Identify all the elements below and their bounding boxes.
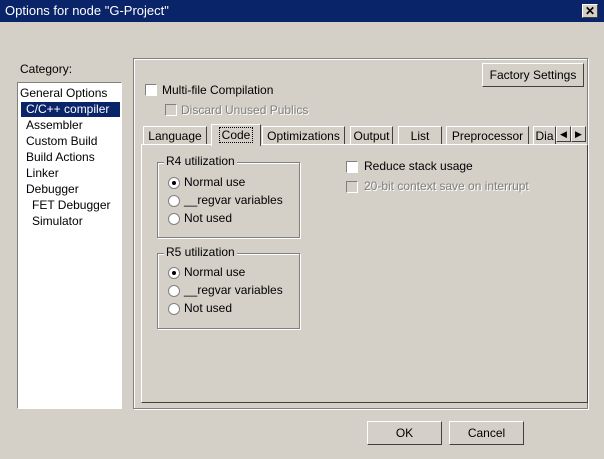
tab-label: Preprocessor: [451, 129, 524, 143]
close-button[interactable]: ✕: [582, 4, 598, 18]
category-item[interactable]: Simulator: [32, 214, 83, 229]
tab-label: Optimizations: [267, 129, 340, 143]
r5-radio-label: __regvar variables: [184, 283, 283, 297]
reduce-stack-usage-label: Reduce stack usage: [364, 159, 473, 173]
r5-radio-label: Normal use: [184, 265, 246, 279]
tab-label: Code: [218, 127, 254, 143]
discard-unused-publics-label: Discard Unused Publics: [181, 103, 309, 117]
category-tree[interactable]: General Options C/C++ compiler Assembler Cu…: [17, 82, 122, 409]
category-item[interactable]: Debugger: [26, 182, 79, 197]
title-bar: Options for node "G-Project" ✕: [0, 0, 604, 22]
r4-radio-label: Normal use: [184, 175, 246, 189]
r5-radio[interactable]: [168, 303, 180, 315]
tab-label: Dia: [535, 129, 554, 143]
tab-output[interactable]: Output: [350, 126, 393, 144]
category-item[interactable]: FET Debugger: [32, 198, 111, 213]
tab-label: Language: [148, 129, 202, 143]
tab-language[interactable]: Language: [143, 126, 207, 144]
r5-radio[interactable]: [168, 267, 180, 279]
tab-dia[interactable]: Dia: [533, 126, 556, 144]
tab-code[interactable]: Code: [211, 124, 261, 146]
cancel-button[interactable]: Cancel: [449, 421, 524, 445]
multi-file-compilation-label: Multi-file Compilation: [162, 83, 274, 97]
r5-radio[interactable]: [168, 285, 180, 297]
factory-settings-button[interactable]: Factory Settings: [482, 63, 584, 87]
tab-scroll-left-button[interactable]: ◀: [556, 126, 571, 142]
r4-radio[interactable]: [168, 195, 180, 207]
context-save-checkbox[interactable]: [346, 181, 358, 193]
category-item[interactable]: Build Actions: [26, 150, 95, 165]
discard-unused-publics-checkbox[interactable]: [165, 104, 177, 116]
category-item[interactable]: C/C++ compiler: [21, 102, 120, 117]
r4-radio[interactable]: [168, 177, 180, 189]
category-item[interactable]: Assembler: [26, 118, 83, 133]
r4-radio[interactable]: [168, 213, 180, 225]
category-label: Category:: [20, 62, 73, 76]
tab-optimizations[interactable]: Optimizations: [262, 126, 345, 144]
r4-utilization-legend: R4 utilization: [164, 154, 237, 168]
r4-radio-label: Not used: [184, 211, 233, 225]
context-save-label: 20-bit context save on interrupt: [364, 179, 529, 193]
window-title: Options for node "G-Project": [5, 3, 169, 18]
multi-file-compilation-checkbox[interactable]: [145, 84, 157, 96]
tab-label: List: [410, 129, 430, 143]
tab-label: Output: [353, 129, 390, 143]
category-item[interactable]: Linker: [26, 166, 59, 181]
r4-radio-label: __regvar variables: [184, 193, 283, 207]
category-item[interactable]: General Options: [20, 86, 107, 101]
r5-utilization-legend: R5 utilization: [164, 245, 237, 259]
r5-radio-label: Not used: [184, 301, 233, 315]
tab-list[interactable]: List: [398, 126, 442, 144]
tab-scroll-right-button[interactable]: ▶: [571, 126, 586, 142]
tab-preprocessor[interactable]: Preprocessor: [446, 126, 529, 144]
ok-button[interactable]: OK: [367, 421, 442, 445]
category-item[interactable]: Custom Build: [26, 134, 97, 149]
reduce-stack-usage-checkbox[interactable]: [346, 161, 358, 173]
